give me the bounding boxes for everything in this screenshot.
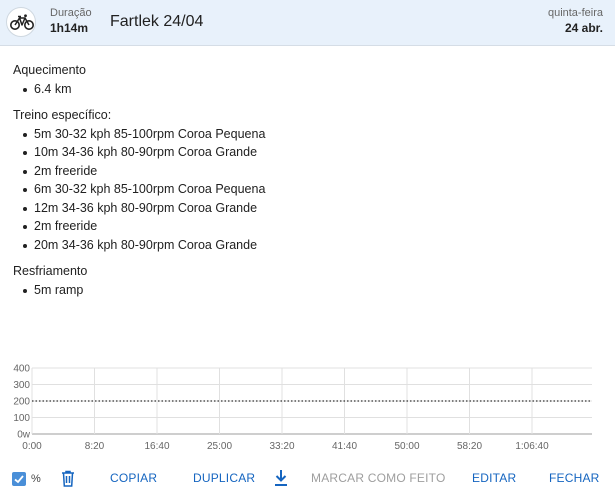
weekday-label: quinta-feira [547, 7, 603, 19]
y-tick-label: 0w [17, 430, 31, 441]
list-item: 6.4 km [21, 80, 603, 99]
x-tick-label: 41:40 [332, 441, 357, 452]
y-tick-label: 300 [13, 380, 30, 391]
close-button[interactable]: FECHAR [549, 471, 600, 485]
section-cooldown: Resfriamento 5m ramp [13, 262, 603, 299]
section-main-set: Treino específico: 5m 30-32 kph 85-100rp… [13, 106, 603, 254]
bicycle-icon [6, 7, 36, 37]
list-item: 6m 30-32 kph 85-100rpm Coroa Pequena [21, 180, 603, 199]
download-icon[interactable] [274, 469, 288, 492]
x-tick-label: 0:00 [22, 441, 42, 452]
duration-value: 1h14m [50, 21, 89, 35]
y-tick-label: 400 [13, 364, 30, 375]
workout-description: Aquecimento 6.4 km Treino específico: 5m… [13, 61, 603, 307]
duration-label: Duração [50, 7, 92, 19]
section-title: Aquecimento [13, 63, 86, 77]
list-item: 12m 34-36 kph 80-90rpm Coroa Grande [21, 199, 603, 218]
action-toolbar: % COPIAR DUPLICAR MARCAR COMO FEITO EDIT… [0, 462, 615, 496]
y-tick-label: 100 [13, 413, 30, 424]
x-tick-label: 8:20 [85, 441, 105, 452]
duplicate-button[interactable]: DUPLICAR [193, 471, 255, 485]
section-warmup: Aquecimento 6.4 km [13, 61, 603, 98]
x-tick-label: 25:00 [207, 441, 232, 452]
x-tick-label: 58:20 [457, 441, 482, 452]
list-item: 2m freeride [21, 217, 603, 236]
edit-button[interactable]: EDITAR [472, 471, 516, 485]
x-tick-label: 33:20 [269, 441, 294, 452]
list-item: 5m 30-32 kph 85-100rpm Coroa Pequena [21, 125, 603, 144]
x-tick-label: 50:00 [394, 441, 419, 452]
power-chart: 400 300 200 100 0w0:00 8:20 16:40 25:00 33:20 41:… [13, 364, 592, 452]
trash-icon[interactable] [61, 470, 75, 492]
workout-header: Duração 1h14m Fartlek 24/04 quinta-feira… [0, 0, 615, 46]
percent-checkbox[interactable] [12, 472, 26, 486]
date-label: 24 abr. [564, 21, 603, 35]
x-tick-label: 1:06:40 [515, 441, 549, 452]
list-item: 2m freeride [21, 162, 603, 181]
section-title: Treino específico: [13, 108, 112, 122]
workout-title: Fartlek 24/04 [110, 13, 204, 30]
y-tick-label: 200 [13, 397, 30, 408]
list-item: 5m ramp [21, 281, 603, 300]
list-item: 10m 34-36 kph 80-90rpm Coroa Grande [21, 143, 603, 162]
list-item: 20m 34-36 kph 80-90rpm Coroa Grande [21, 236, 603, 255]
copy-button[interactable]: COPIAR [110, 471, 157, 485]
section-title: Resfriamento [13, 264, 88, 278]
x-tick-label: 16:40 [144, 441, 169, 452]
mark-done-button[interactable]: MARCAR COMO FEITO [311, 471, 446, 485]
percent-label: % [31, 473, 41, 485]
